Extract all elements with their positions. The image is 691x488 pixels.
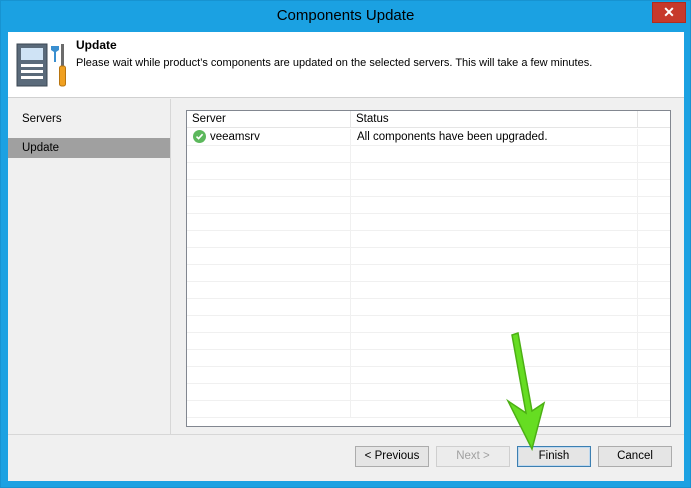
- empty-cell: [351, 316, 638, 333]
- server-tools-icon: [16, 43, 66, 87]
- annotation-arrow-icon: [506, 332, 546, 452]
- empty-cell: [187, 180, 351, 197]
- empty-cell: [351, 163, 638, 180]
- empty-cell: [187, 214, 351, 231]
- column-header-server[interactable]: Server: [187, 111, 351, 128]
- table-row-empty: [187, 367, 670, 384]
- empty-cell: [351, 231, 638, 248]
- table-row-empty: [187, 214, 670, 231]
- column-header-status[interactable]: Status: [351, 111, 638, 128]
- previous-button[interactable]: < Previous: [355, 446, 429, 467]
- empty-cell: [187, 197, 351, 214]
- nav-item-update[interactable]: Update: [8, 138, 170, 158]
- empty-cell: [351, 180, 638, 197]
- nav-item-servers[interactable]: Servers: [8, 109, 170, 129]
- empty-cell: [351, 299, 638, 316]
- empty-cell: [187, 350, 351, 367]
- table-row-empty: [187, 197, 670, 214]
- server-name: veeamsrv: [210, 131, 260, 143]
- grid-header: Server Status: [187, 111, 670, 128]
- table-row-empty: [187, 333, 670, 350]
- step-title: Update: [76, 38, 117, 52]
- success-check-icon: [193, 130, 206, 143]
- cancel-button[interactable]: Cancel: [598, 446, 672, 467]
- empty-cell: [187, 265, 351, 282]
- status-cell: All components have been upgraded.: [351, 129, 638, 146]
- empty-cell: [187, 163, 351, 180]
- table-row-empty: [187, 180, 670, 197]
- empty-cell: [351, 401, 638, 418]
- empty-cell: [187, 299, 351, 316]
- table-row-empty: [187, 163, 670, 180]
- empty-cell: [351, 350, 638, 367]
- empty-cell: [187, 248, 351, 265]
- empty-cell: [351, 282, 638, 299]
- table-row-empty: [187, 282, 670, 299]
- empty-cell: [187, 401, 351, 418]
- dialog-window: Components Update ✕ Update Please wait w…: [0, 0, 691, 488]
- empty-cell: [187, 231, 351, 248]
- empty-cell: [351, 248, 638, 265]
- empty-cell: [187, 384, 351, 401]
- empty-cell: [187, 282, 351, 299]
- empty-cell: [187, 146, 351, 163]
- table-row-empty: [187, 350, 670, 367]
- empty-cell: [187, 316, 351, 333]
- table-row-empty: [187, 265, 670, 282]
- empty-cell: [351, 333, 638, 350]
- empty-cell: [351, 367, 638, 384]
- window-title: Components Update: [276, 7, 415, 24]
- table-row-empty: [187, 231, 670, 248]
- step-description: Please wait while product’s components a…: [76, 57, 593, 69]
- footer-divider: [8, 434, 684, 435]
- server-cell: veeamsrv: [187, 129, 351, 146]
- empty-cell: [351, 384, 638, 401]
- close-button[interactable]: ✕: [652, 2, 686, 23]
- empty-cell: [187, 367, 351, 384]
- table-row[interactable]: veeamsrv All components have been upgrad…: [187, 129, 670, 146]
- servers-status-grid[interactable]: Server Status veeamsrv All components ha…: [186, 110, 671, 427]
- table-row-empty: [187, 248, 670, 265]
- wizard-header: Update Please wait while product’s compo…: [8, 32, 684, 98]
- empty-cell: [351, 197, 638, 214]
- nav-divider: [170, 99, 171, 434]
- empty-cell: [351, 146, 638, 163]
- table-row-empty: [187, 316, 670, 333]
- table-row-empty: [187, 146, 670, 163]
- empty-cell: [187, 333, 351, 350]
- empty-cell: [351, 265, 638, 282]
- table-row-empty: [187, 299, 670, 316]
- table-row-empty: [187, 384, 670, 401]
- title-bar[interactable]: Components Update ✕: [1, 1, 690, 32]
- table-row-empty: [187, 401, 670, 418]
- empty-cell: [351, 214, 638, 231]
- wizard-steps-nav: Servers Update: [8, 99, 170, 434]
- dialog-client-area: Update Please wait while product’s compo…: [8, 32, 684, 481]
